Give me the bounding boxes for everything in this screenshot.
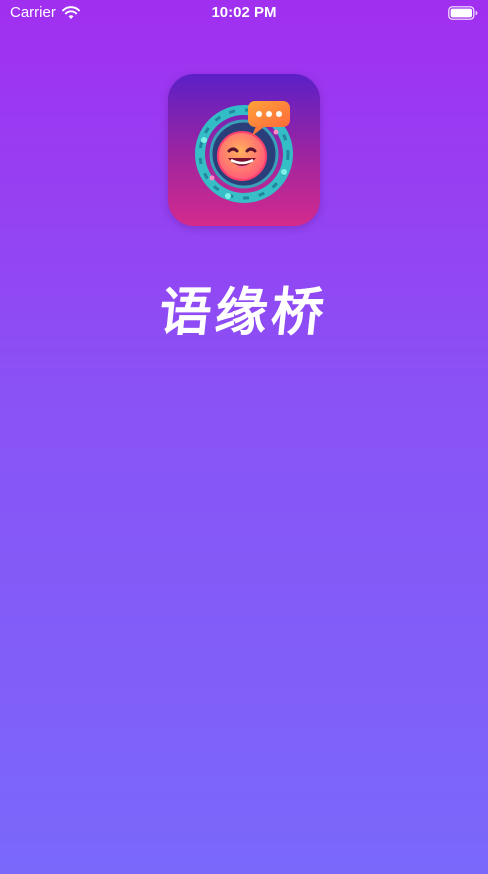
app-logo	[168, 74, 320, 226]
status-time: 10:02 PM	[211, 4, 277, 21]
app-title: 语缘桥	[156, 283, 331, 343]
battery-icon	[448, 6, 478, 20]
status-bar: Carrier 10:02 PM	[0, 0, 488, 30]
chat-face-logo-icon	[168, 74, 320, 226]
